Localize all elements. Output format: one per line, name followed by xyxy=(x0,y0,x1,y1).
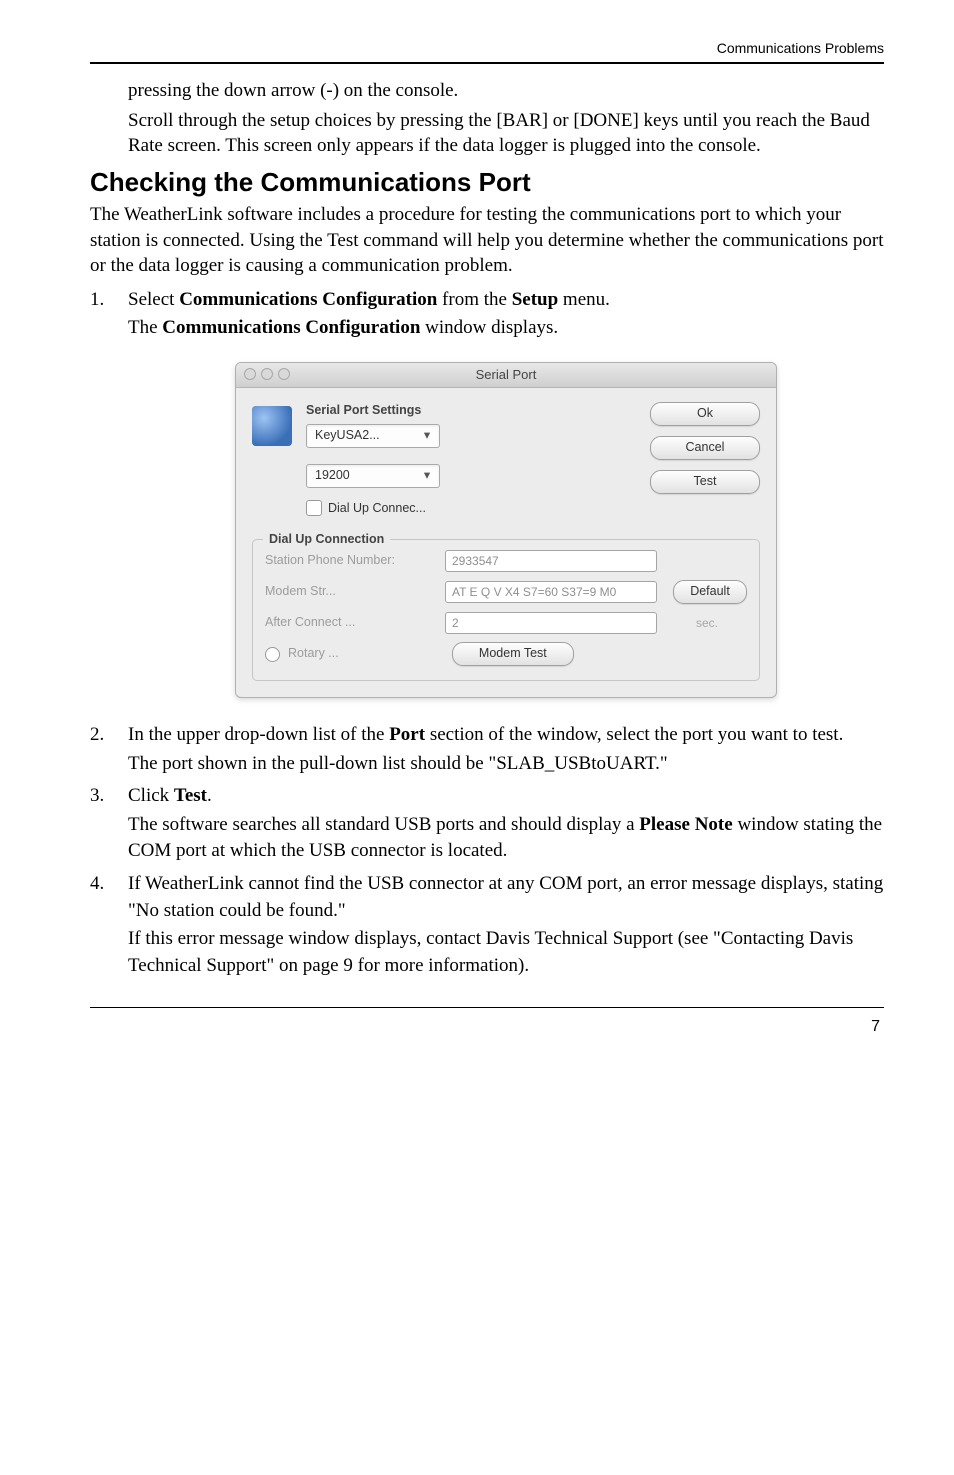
section-heading: Checking the Communications Port xyxy=(90,167,884,198)
modem-string-field[interactable]: AT E Q V X4 S7=60 S37=9 M0 xyxy=(445,581,657,603)
after-connect-label: After Connect ... xyxy=(265,614,435,632)
text: menu. xyxy=(558,289,610,310)
text: window displays. xyxy=(420,317,558,338)
zoom-icon[interactable] xyxy=(278,368,290,380)
test-button[interactable]: Test xyxy=(650,470,760,494)
text: The port shown in the pull-down list sho… xyxy=(128,751,884,778)
phone-field[interactable]: 2933547 xyxy=(445,550,657,572)
step-4: If WeatherLink cannot find the USB conne… xyxy=(90,871,884,979)
dialup-legend: Dial Up Connection xyxy=(263,531,390,549)
phone-label: Station Phone Number: xyxy=(265,552,435,570)
intro-line1: pressing the down arrow (-) on the conso… xyxy=(90,78,884,104)
text: The software searches all standard USB p… xyxy=(128,814,639,835)
after-connect-field[interactable]: 2 xyxy=(445,612,657,634)
text: Click xyxy=(128,785,174,806)
text: section of the window, select the port y… xyxy=(425,724,843,745)
modem-test-button[interactable]: Modem Test xyxy=(452,642,574,666)
running-header: Communications Problems xyxy=(90,40,884,62)
text: from the xyxy=(437,289,511,310)
dialup-checkbox[interactable] xyxy=(306,500,322,516)
serial-settings-label: Serial Port Settings xyxy=(306,402,636,420)
step-1: Select Communications Configuration from… xyxy=(90,287,884,698)
window-controls[interactable] xyxy=(244,368,290,380)
step-2: In the upper drop-down list of the Port … xyxy=(90,722,884,777)
bold: Port xyxy=(389,724,425,745)
page-number: 7 xyxy=(90,1018,884,1036)
bold: Communications Configuration xyxy=(179,289,437,310)
text: In the upper drop-down list of the xyxy=(128,724,389,745)
dialup-fieldset: Dial Up Connection Station Phone Number:… xyxy=(252,539,760,681)
text: If this error message window displays, c… xyxy=(128,926,884,979)
chevron-down-icon: ▾ xyxy=(419,427,435,445)
cancel-button[interactable]: Cancel xyxy=(650,436,760,460)
top-rule xyxy=(90,62,884,64)
port-select[interactable]: KeyUSA2... ▾ xyxy=(306,424,440,448)
dialog-titlebar: Serial Port xyxy=(236,363,776,388)
rotary-label: Rotary ... xyxy=(288,645,339,663)
step-3: Click Test. The software searches all st… xyxy=(90,783,884,865)
chevron-down-icon: ▾ xyxy=(419,467,435,485)
modem-string-label: Modem Str... xyxy=(265,583,435,601)
text: . xyxy=(207,785,212,806)
minimize-icon[interactable] xyxy=(261,368,273,380)
bold: Test xyxy=(174,785,207,806)
serial-port-icon xyxy=(252,406,292,446)
default-button[interactable]: Default xyxy=(673,580,747,604)
bold: Please Note xyxy=(639,814,732,835)
text: The xyxy=(128,317,162,338)
dialog-title: Serial Port xyxy=(476,367,537,382)
close-icon[interactable] xyxy=(244,368,256,380)
rotary-radio[interactable] xyxy=(265,647,280,662)
baud-select[interactable]: 19200 ▾ xyxy=(306,464,440,488)
dialup-checkbox-label: Dial Up Connec... xyxy=(328,500,426,518)
bold: Communications Configuration xyxy=(162,317,420,338)
baud-select-value: 19200 xyxy=(315,467,350,485)
bold: Setup xyxy=(512,289,558,310)
port-select-value: KeyUSA2... xyxy=(315,427,380,445)
text: Select xyxy=(128,289,179,310)
seconds-label: sec. xyxy=(667,615,747,632)
ok-button[interactable]: Ok xyxy=(650,402,760,426)
intro-line2: Scroll through the setup choices by pres… xyxy=(90,108,884,159)
section-intro: The WeatherLink software includes a proc… xyxy=(90,202,884,279)
serial-port-dialog: Serial Port Serial Port Settings KeyUSA2… xyxy=(235,362,777,698)
bottom-rule xyxy=(90,1007,884,1008)
text: If WeatherLink cannot find the USB conne… xyxy=(128,873,883,921)
